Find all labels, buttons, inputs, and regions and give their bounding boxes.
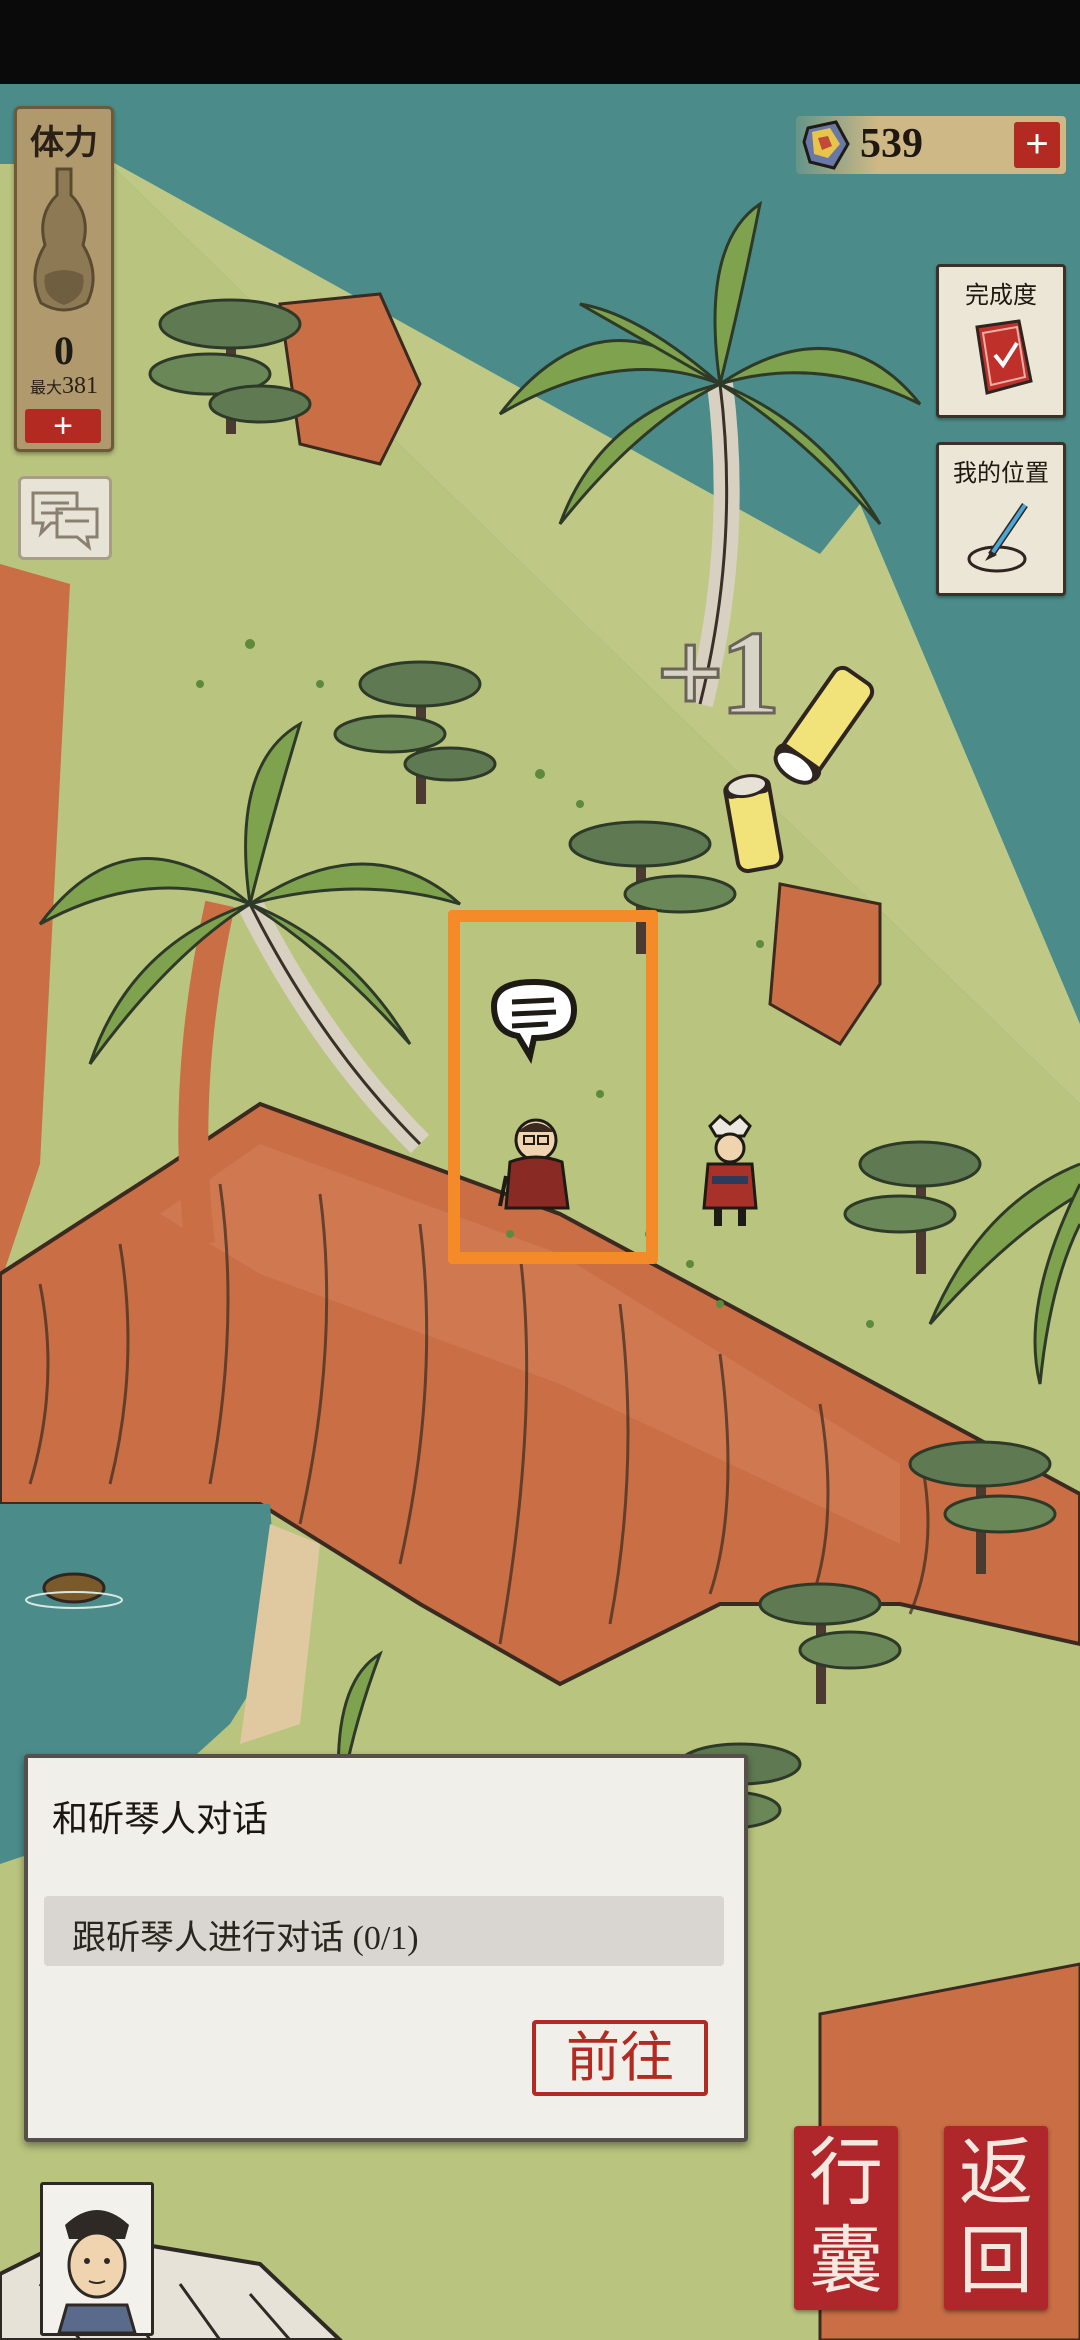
completion-label: 完成度 <box>965 283 1037 309</box>
stamina-max-value: 381 <box>62 373 98 399</box>
go-button[interactable]: 前往 <box>532 2020 708 2096</box>
gem-icon <box>802 120 850 170</box>
bag-label-1: 行 <box>809 2133 883 2215</box>
back-label-2: 回 <box>959 2221 1033 2303</box>
add-stamina-button[interactable]: + <box>25 409 101 443</box>
add-currency-button[interactable]: + <box>1014 122 1060 168</box>
quest-task-text: 跟斫琴人进行对话 (0/1) <box>72 1920 419 1957</box>
avatar-portrait-icon <box>57 2210 137 2335</box>
stamina-value: 0 <box>54 328 74 373</box>
back-label-1: 返 <box>959 2133 1033 2215</box>
stamina-max-label: 最大 <box>29 380 62 397</box>
chat-button[interactable] <box>18 476 112 560</box>
gourd-icon <box>33 167 95 312</box>
bag-label-2: 囊 <box>809 2221 883 2303</box>
player-avatar[interactable] <box>40 2182 154 2336</box>
stamina-max: 最大381 <box>17 373 111 400</box>
quest-task-row: 跟斫琴人进行对话 (0/1) <box>44 1896 724 1966</box>
target-npc-highlight[interactable] <box>448 910 658 1264</box>
quest-dialog: 和斫琴人对话 跟斫琴人进行对话 (0/1) 前往 <box>24 1754 748 2142</box>
currency-value: 539 <box>860 121 923 167</box>
completion-button[interactable]: 完成度 <box>936 264 1066 418</box>
my-location-label: 我的位置 <box>953 461 1049 487</box>
stamina-label: 体力 <box>30 125 98 162</box>
chat-bubbles-icon <box>31 491 99 551</box>
quest-title: 和斫琴人对话 <box>52 1799 269 1839</box>
my-location-button[interactable]: 我的位置 <box>936 442 1066 596</box>
game-viewport[interactable]: 体力 0 最大381 + 539 + 完成度 我的位置 +1 和斫琴人对话 跟斫… <box>0 84 1080 2340</box>
stamina-panel: 体力 0 最大381 + <box>14 106 114 452</box>
bag-button[interactable]: 行 囊 <box>794 2126 898 2310</box>
brush-icon <box>967 503 1028 573</box>
back-button[interactable]: 返 回 <box>944 2126 1048 2310</box>
red-book-icon <box>975 319 1033 395</box>
reward-popup-text: +1 <box>654 605 781 741</box>
currency-bar: 539 + <box>796 116 1066 174</box>
